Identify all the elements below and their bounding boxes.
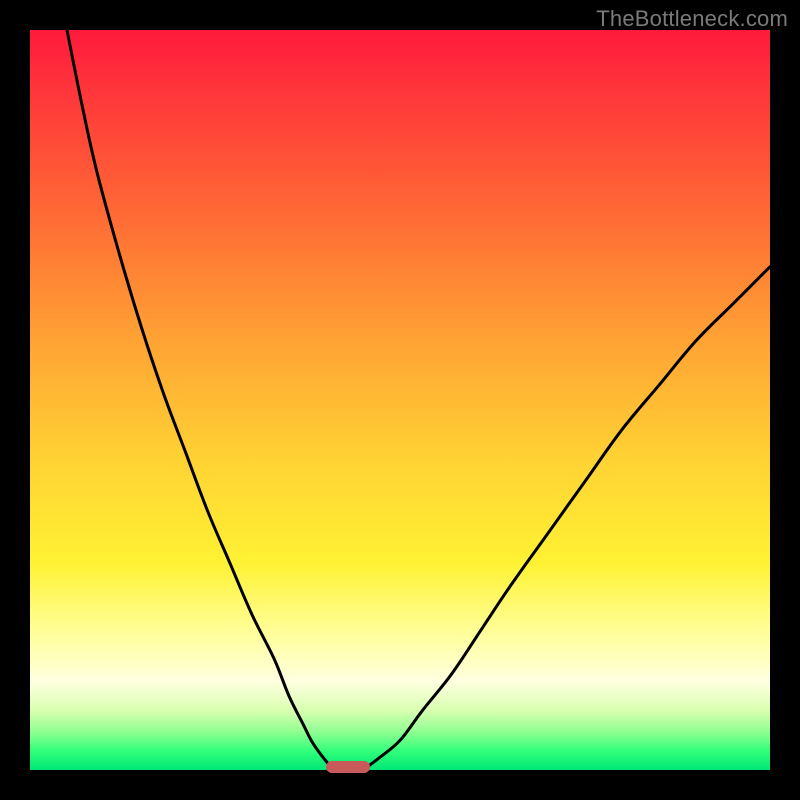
chart-frame: TheBottleneck.com (0, 0, 800, 800)
curve-right-branch (363, 267, 770, 770)
curve-left-branch (67, 30, 333, 770)
watermark-text: TheBottleneck.com (596, 6, 788, 32)
minimum-marker (326, 761, 370, 773)
bottleneck-curve (30, 30, 770, 770)
plot-area (30, 30, 770, 770)
